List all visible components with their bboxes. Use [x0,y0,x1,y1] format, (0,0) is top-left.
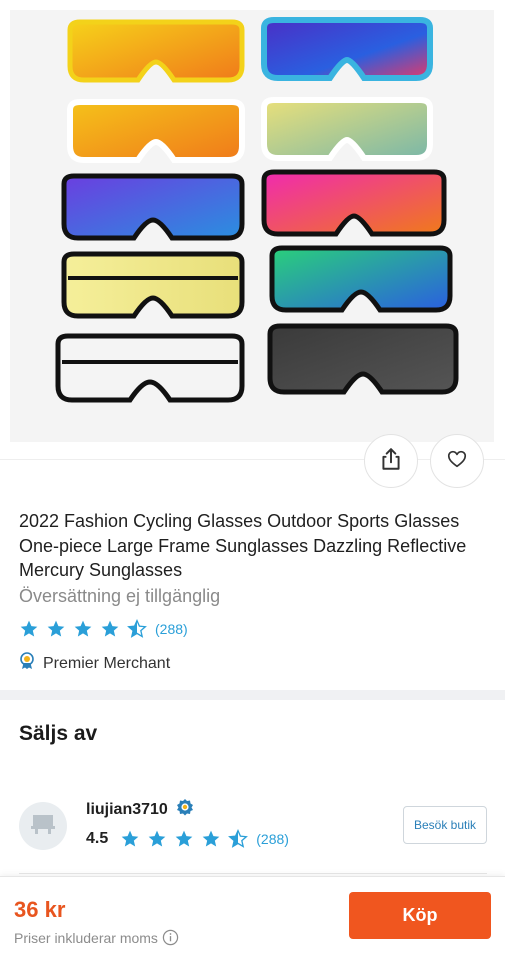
star-icon [121,830,139,847]
premier-merchant-badge: Premier Merchant [19,652,170,675]
seller-avatar[interactable] [19,802,67,850]
price: 36 kr [14,897,66,922]
ribbon-badge-icon [19,652,35,675]
sunglasses-image [55,17,459,403]
sold-by-heading: Säljs av [19,722,98,745]
section-divider [0,690,505,700]
product-image[interactable] [10,10,494,442]
share-button[interactable] [364,434,418,488]
ribbon-badge-icon [176,798,194,821]
rating-count: (288) [155,621,188,637]
heart-icon [446,448,468,475]
purchase-bar: 36 kr Priser inkluderar moms Köp [0,876,505,960]
buy-button[interactable]: Köp [349,892,491,939]
divider [19,873,487,874]
star-icon [74,620,92,637]
share-icon [378,446,404,477]
star-icon [101,620,119,637]
product-image-area [0,0,505,460]
star-icon [202,830,220,847]
price-note: Priser inkluderar moms [14,929,179,946]
premier-merchant-label: Premier Merchant [43,654,171,672]
seller-rating[interactable]: 4.5 (288) [86,829,289,849]
product-title: 2022 Fashion Cycling Glasses Outdoor Spo… [19,511,467,580]
star-icon [20,620,38,637]
seller-score: 4.5 [86,830,109,847]
product-rating[interactable]: (288) [19,618,188,640]
translation-note[interactable]: Översättning ej tillgänglig [19,586,220,607]
star-icon [47,620,65,637]
visit-store-button[interactable]: Besök butik [403,806,487,844]
star-icon [148,830,166,847]
favorite-button[interactable] [430,434,484,488]
price-note-label: Priser inkluderar moms [14,929,158,946]
seller-name[interactable]: liujian3710 [86,801,168,819]
info-icon[interactable] [162,929,179,946]
star-icon [175,830,193,847]
seller-rating-count: (288) [256,831,289,847]
store-icon [30,813,56,840]
seller-name-row[interactable]: liujian3710 [86,798,194,821]
half-star-icon [127,619,147,638]
half-star-icon [228,829,249,848]
